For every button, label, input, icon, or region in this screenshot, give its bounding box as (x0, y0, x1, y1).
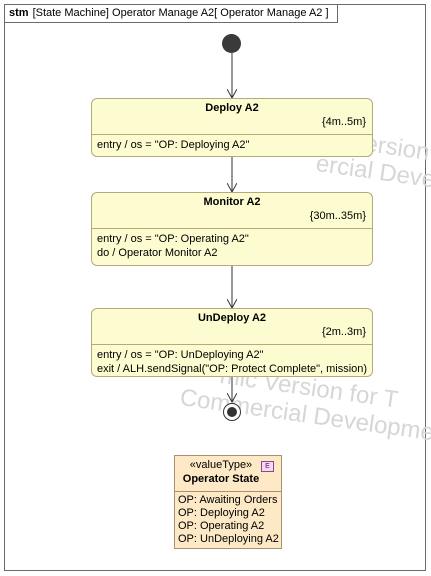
state-duration-constraint: {2m..3m} (321, 326, 366, 338)
enumeration-name: Operator State (182, 473, 260, 485)
state-behavior-do: do / Operator Monitor A2 (97, 247, 218, 259)
state-behavior-entry: entry / os = "OP: Operating A2" (97, 233, 249, 245)
state-deploy-a2[interactable]: Deploy A2 {4m..5m} entry / os = "OP: Dep… (91, 98, 373, 157)
enumeration-literal: OP: Operating A2 (178, 520, 265, 532)
state-name: Monitor A2 (203, 196, 261, 208)
enumeration-badge-icon: E (261, 461, 274, 472)
state-duration-constraint: {4m..5m} (321, 116, 366, 128)
state-undeploy-a2[interactable]: UnDeploy A2 {2m..3m} entry / os = "OP: U… (91, 308, 373, 377)
enumeration-literal: OP: Deploying A2 (178, 507, 265, 519)
state-behavior-exit: exit / ALH.sendSignal("OP: Protect Compl… (97, 363, 368, 375)
state-monitor-a2[interactable]: Monitor A2 {30m..35m} entry / os = "OP: … (91, 192, 373, 266)
state-name: UnDeploy A2 (197, 312, 267, 324)
enumeration-literal: OP: Awaiting Orders (178, 494, 278, 506)
state-behavior-entry: entry / os = "OP: Deploying A2" (97, 139, 250, 151)
final-state[interactable] (223, 403, 241, 421)
initial-pseudostate[interactable] (222, 34, 241, 53)
enumeration-literal: OP: UnDeploying A2 (178, 533, 279, 545)
state-name: Deploy A2 (205, 102, 259, 114)
state-duration-constraint: {30m..35m} (309, 210, 366, 222)
state-behavior-entry: entry / os = "OP: UnDeploying A2" (97, 349, 264, 361)
enumeration-operator-state[interactable]: E «valueType» Operator State OP: Awaitin… (174, 455, 282, 549)
